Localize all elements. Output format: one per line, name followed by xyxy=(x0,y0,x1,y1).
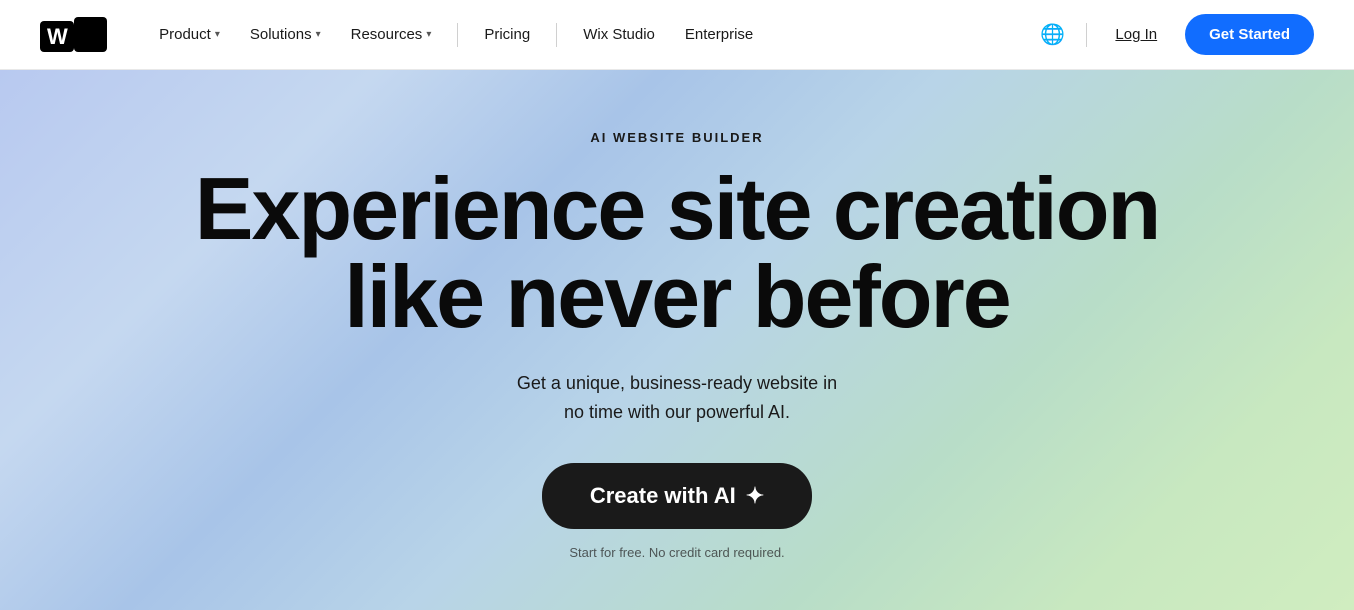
nav-solutions-label: Solutions xyxy=(250,26,312,43)
hero-subtitle-line2: no time with our powerful AI. xyxy=(564,402,790,422)
nav-item-solutions[interactable]: Solutions ▾ xyxy=(238,18,333,51)
nav-item-wix-studio[interactable]: Wix Studio xyxy=(571,18,667,51)
nav-resources-label: Resources xyxy=(351,26,423,43)
cta-label: Create with AI xyxy=(590,483,736,509)
chevron-down-icon: ▾ xyxy=(426,29,431,40)
hero-eyebrow: AI WEBSITE BUILDER xyxy=(590,130,763,145)
nav-item-pricing[interactable]: Pricing xyxy=(472,18,542,51)
wix-logo[interactable]: Wix xyxy=(40,19,107,51)
get-started-button[interactable]: Get Started xyxy=(1185,14,1314,55)
hero-section: AI WEBSITE BUILDER Experience site creat… xyxy=(0,70,1354,610)
nav-divider-2 xyxy=(556,23,557,47)
navbar: Wix Product ▾ Solutions ▾ Resources ▾ Pr… xyxy=(0,0,1354,70)
globe-icon: 🌐 xyxy=(1040,22,1065,47)
nav-item-product[interactable]: Product ▾ xyxy=(147,18,232,51)
nav-pricing-label: Pricing xyxy=(484,26,530,43)
hero-subtitle-line1: Get a unique, business-ready website in xyxy=(517,373,837,393)
hero-title-line1: Experience site creation xyxy=(195,159,1159,258)
hero-subtitle: Get a unique, business-ready website in … xyxy=(517,369,837,427)
language-selector-button[interactable]: 🌐 xyxy=(1034,17,1070,53)
nav-right-divider xyxy=(1086,23,1087,47)
nav-divider xyxy=(457,23,458,47)
nav-enterprise-label: Enterprise xyxy=(685,26,753,43)
login-button[interactable]: Log In xyxy=(1103,18,1169,51)
hero-title: Experience site creation like never befo… xyxy=(195,165,1159,341)
nav-links: Product ▾ Solutions ▾ Resources ▾ Pricin… xyxy=(147,18,1034,51)
nav-right: 🌐 Log In Get Started xyxy=(1034,14,1314,55)
sparkle-icon: ✦ xyxy=(746,483,764,509)
hero-title-line2: like never before xyxy=(344,247,1009,346)
chevron-down-icon: ▾ xyxy=(215,29,220,40)
nav-item-enterprise[interactable]: Enterprise xyxy=(673,18,765,51)
nav-wixstudio-label: Wix Studio xyxy=(583,26,655,43)
nav-item-resources[interactable]: Resources ▾ xyxy=(339,18,444,51)
chevron-down-icon: ▾ xyxy=(316,29,321,40)
hero-disclaimer: Start for free. No credit card required. xyxy=(569,545,784,560)
create-with-ai-button[interactable]: Create with AI ✦ xyxy=(542,463,812,529)
nav-product-label: Product xyxy=(159,26,211,43)
